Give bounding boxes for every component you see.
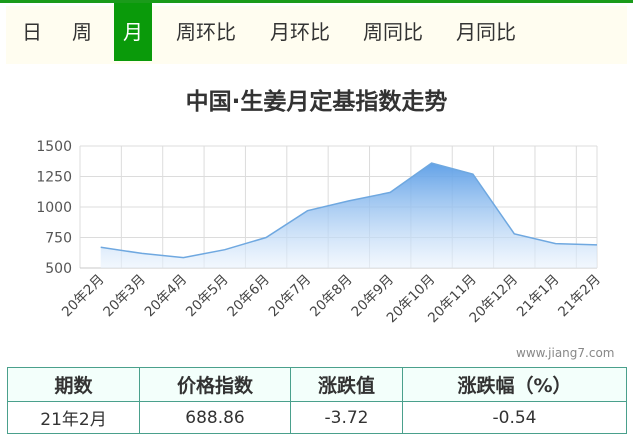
y-tick-label: 1500: [36, 139, 72, 155]
cell-change-value: -3.72: [290, 401, 403, 434]
index-trend-chart: 150012501000750500 20年2月20年3月20年4月20年5月2…: [36, 139, 604, 327]
watermark: www.jiang7.com: [516, 346, 615, 360]
tab-month-on-month[interactable]: 月环比: [262, 3, 338, 61]
tab-week[interactable]: 周: [64, 3, 100, 61]
x-axis-ticks: 20年2月20年3月20年4月20年5月20年6月20年7月20年8月20年9月…: [59, 272, 604, 327]
y-tick-label: 1000: [36, 200, 72, 216]
tab-week-on-week[interactable]: 周环比: [168, 3, 244, 61]
tab-day[interactable]: 日: [14, 3, 50, 61]
cell-period: 21年2月: [7, 401, 140, 434]
x-tick-label: 21年1月: [514, 272, 563, 321]
chart-title: 中国·生姜月定基指数走势: [185, 89, 448, 115]
tab-month-year-on-year[interactable]: 月同比: [448, 3, 524, 61]
header-change-value: 涨跌值: [290, 367, 403, 402]
header-change-percent: 涨跌幅（%）: [402, 367, 627, 402]
y-tick-label: 1250: [36, 170, 72, 186]
y-tick-label: 500: [45, 261, 72, 277]
cell-change-percent: -0.54: [402, 401, 627, 434]
cell-price-index: 688.86: [139, 401, 291, 434]
x-tick-label: 20年5月: [183, 272, 232, 321]
x-tick-label: 20年2月: [59, 272, 108, 321]
stats-table: 期数 价格指数 涨跌值 涨跌幅（%） 21年2月 688.86 -3.72 -0…: [7, 367, 627, 434]
x-tick-label: 20年3月: [100, 272, 149, 321]
x-tick-label: 20年7月: [266, 272, 315, 321]
table-header-row: 期数 价格指数 涨跌值 涨跌幅（%）: [7, 367, 627, 402]
x-tick-label: 20年4月: [142, 272, 191, 321]
series-area: [100, 163, 597, 268]
y-axis-ticks: 1500 1250 1000 750 500: [36, 139, 72, 277]
header-period: 期数: [7, 367, 140, 402]
table-row: 21年2月 688.86 -3.72 -0.54: [7, 401, 627, 434]
x-tick-label: 21年2月: [555, 272, 604, 321]
tab-month[interactable]: 月: [114, 3, 152, 61]
y-tick-label: 750: [45, 231, 72, 247]
tab-week-year-on-year[interactable]: 周同比: [355, 3, 431, 61]
x-tick-label: 20年6月: [224, 272, 273, 321]
header-price-index: 价格指数: [139, 367, 291, 402]
x-tick-label: 20年8月: [307, 272, 356, 321]
